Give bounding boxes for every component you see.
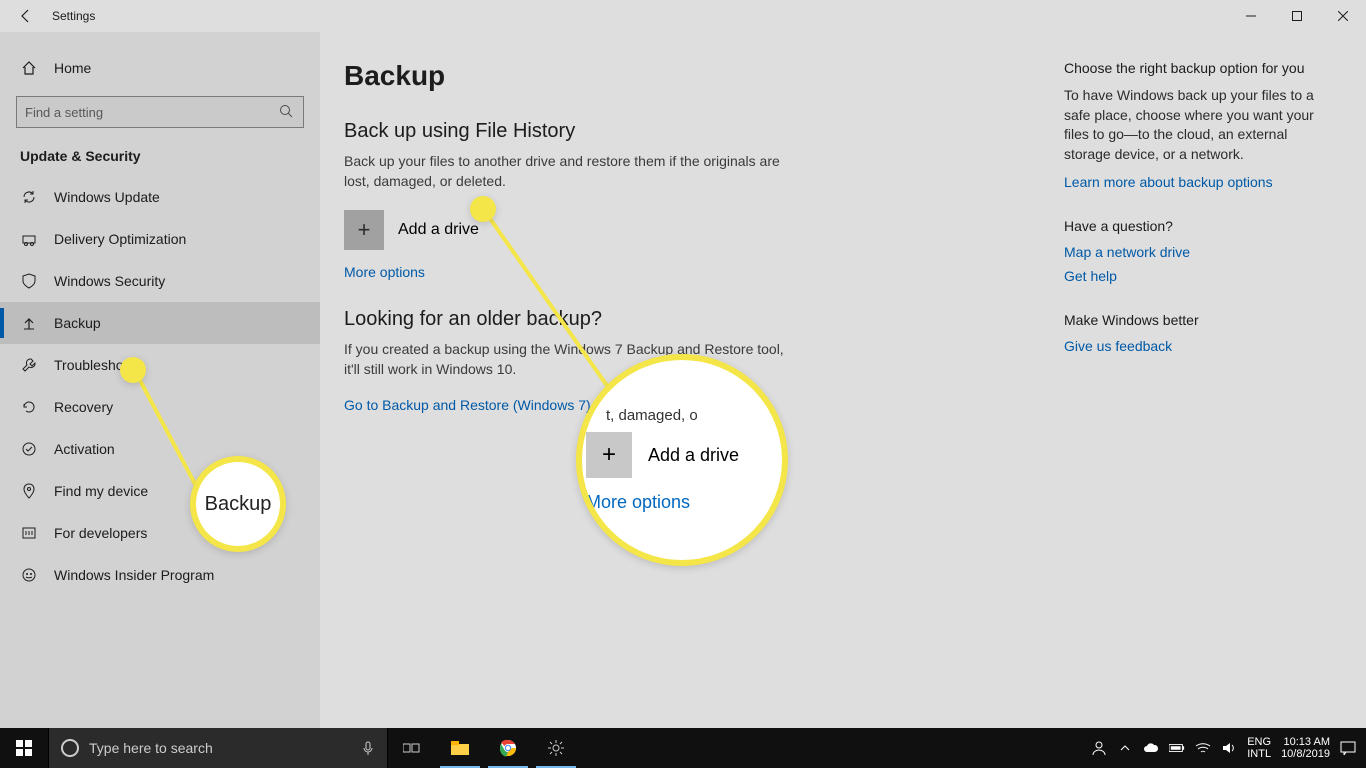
home-label: Home bbox=[54, 60, 91, 76]
titlebar: Settings bbox=[0, 0, 1366, 32]
sidebar-item-label: Recovery bbox=[54, 399, 113, 415]
clock-date: 10/8/2019 bbox=[1281, 748, 1330, 760]
feedback-title: Make Windows better bbox=[1064, 312, 1314, 328]
action-center-icon[interactable] bbox=[1340, 741, 1356, 755]
highlight-dot-backup bbox=[120, 357, 146, 383]
sidebar-item-label: Backup bbox=[54, 315, 101, 331]
delivery-icon bbox=[20, 231, 38, 247]
insider-icon bbox=[20, 567, 38, 583]
help-title: Choose the right backup option for you bbox=[1064, 60, 1314, 76]
clock-time: 10:13 AM bbox=[1281, 736, 1330, 748]
lang-line1: ENG bbox=[1247, 736, 1271, 748]
taskbar-search[interactable]: Type here to search bbox=[48, 728, 388, 768]
highlight-bubble-backup: Backup bbox=[190, 456, 286, 552]
sidebar-item-label: Windows Update bbox=[54, 189, 160, 205]
add-drive-label: Add a drive bbox=[398, 221, 479, 239]
taskbar-search-placeholder: Type here to search bbox=[89, 740, 213, 756]
get-help-link[interactable]: Get help bbox=[1064, 268, 1314, 284]
sidebar-item-windows-security[interactable]: Windows Security bbox=[0, 260, 320, 302]
taskbar-app-settings[interactable] bbox=[532, 728, 580, 768]
location-icon bbox=[20, 483, 38, 499]
shield-icon bbox=[20, 273, 38, 289]
sidebar-item-troubleshoot[interactable]: Troubleshoot bbox=[0, 344, 320, 386]
windows-icon bbox=[16, 740, 32, 756]
question-title: Have a question? bbox=[1064, 218, 1314, 234]
older-backup-heading: Looking for an older backup? bbox=[344, 308, 1064, 331]
close-button[interactable] bbox=[1320, 0, 1366, 32]
minimize-button[interactable] bbox=[1228, 0, 1274, 32]
sync-icon bbox=[20, 189, 38, 205]
cortana-icon bbox=[61, 739, 79, 757]
zoom-plus-icon: + bbox=[586, 432, 632, 478]
window-title: Settings bbox=[52, 9, 95, 23]
sidebar-item-label: For developers bbox=[54, 525, 147, 541]
home-icon bbox=[20, 60, 38, 76]
mic-icon bbox=[361, 741, 375, 755]
map-drive-link[interactable]: Map a network drive bbox=[1064, 244, 1314, 260]
highlight-bubble-add-drive: t, damaged, o + Add a drive More options bbox=[576, 354, 788, 566]
clock[interactable]: 10:13 AM 10/8/2019 bbox=[1281, 736, 1330, 760]
taskbar: Type here to search ENG INTL 10:13 AM 10… bbox=[0, 728, 1366, 768]
sidebar-item-windows-insider[interactable]: Windows Insider Program bbox=[0, 554, 320, 596]
check-icon bbox=[20, 441, 38, 457]
plus-icon: + bbox=[344, 210, 384, 250]
more-options-link[interactable]: More options bbox=[344, 264, 1064, 280]
developers-icon bbox=[20, 525, 38, 541]
sidebar-item-label: Delivery Optimization bbox=[54, 231, 186, 247]
content-area: Backup Back up using File History Back u… bbox=[320, 32, 1366, 728]
search-icon bbox=[279, 104, 293, 118]
category-label: Update & Security bbox=[0, 148, 320, 176]
taskbar-app-explorer[interactable] bbox=[436, 728, 484, 768]
sidebar-item-activation[interactable]: Activation bbox=[0, 428, 320, 470]
tray-chevron-icon[interactable] bbox=[1117, 742, 1133, 754]
file-history-heading: Back up using File History bbox=[344, 120, 1064, 143]
add-drive-button[interactable]: + Add a drive bbox=[344, 210, 1064, 250]
help-rail: Choose the right backup option for you T… bbox=[1064, 60, 1324, 728]
help-desc: To have Windows back up your files to a … bbox=[1064, 86, 1314, 164]
sidebar-item-label: Activation bbox=[54, 441, 115, 457]
learn-more-link[interactable]: Learn more about backup options bbox=[1064, 174, 1314, 190]
highlight-dot-add-drive bbox=[470, 196, 496, 222]
search-input[interactable]: Find a setting bbox=[16, 96, 304, 128]
sidebar-item-delivery-optimization[interactable]: Delivery Optimization bbox=[0, 218, 320, 260]
search-placeholder: Find a setting bbox=[25, 105, 103, 120]
system-tray: ENG INTL 10:13 AM 10/8/2019 bbox=[1091, 736, 1366, 760]
taskbar-app-chrome[interactable] bbox=[484, 728, 532, 768]
start-button[interactable] bbox=[0, 728, 48, 768]
task-view-button[interactable] bbox=[388, 728, 436, 768]
sidebar-item-windows-update[interactable]: Windows Update bbox=[0, 176, 320, 218]
file-history-desc: Back up your files to another drive and … bbox=[344, 151, 784, 192]
zoom-hint-text: t, damaged, o bbox=[606, 407, 782, 424]
onedrive-icon[interactable] bbox=[1143, 742, 1159, 754]
sidebar: Home Find a setting Update & Security Wi… bbox=[0, 32, 320, 728]
zoom-more-options: More options bbox=[586, 492, 782, 513]
battery-icon[interactable] bbox=[1169, 743, 1185, 753]
zoom-add-drive-label: Add a drive bbox=[648, 445, 739, 466]
home-button[interactable]: Home bbox=[0, 52, 320, 96]
sidebar-item-label: Windows Security bbox=[54, 273, 165, 289]
backup-icon bbox=[20, 315, 38, 331]
back-button[interactable] bbox=[12, 8, 40, 24]
recovery-icon bbox=[20, 399, 38, 415]
feedback-link[interactable]: Give us feedback bbox=[1064, 338, 1314, 354]
sidebar-item-backup[interactable]: Backup bbox=[0, 302, 320, 344]
people-icon[interactable] bbox=[1091, 740, 1107, 756]
wrench-icon bbox=[20, 357, 38, 373]
lang-line2: INTL bbox=[1247, 748, 1271, 760]
page-title: Backup bbox=[344, 60, 1064, 92]
volume-icon[interactable] bbox=[1221, 741, 1237, 755]
highlight-label: Backup bbox=[205, 493, 272, 516]
sidebar-item-label: Find my device bbox=[54, 483, 148, 499]
language-indicator[interactable]: ENG INTL bbox=[1247, 736, 1271, 760]
wifi-icon[interactable] bbox=[1195, 742, 1211, 754]
maximize-button[interactable] bbox=[1274, 0, 1320, 32]
sidebar-item-label: Windows Insider Program bbox=[54, 567, 214, 583]
